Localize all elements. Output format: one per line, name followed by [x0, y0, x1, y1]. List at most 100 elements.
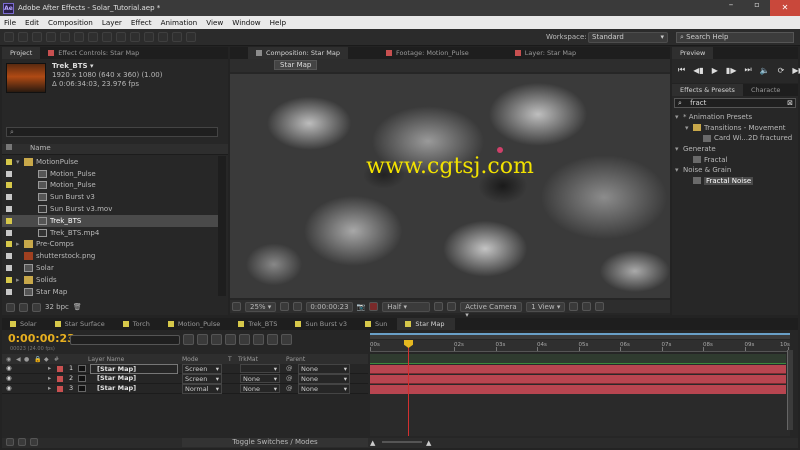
audio-icon[interactable]: 🔈	[760, 66, 770, 75]
draft-3d-icon[interactable]	[197, 334, 208, 345]
label-color-swatch[interactable]	[6, 206, 12, 213]
timeline-tab-3[interactable]: Motion_Pulse	[160, 318, 230, 330]
first-frame-icon[interactable]: ⏮	[678, 65, 685, 75]
project-item[interactable]: shutterstock.png	[2, 250, 218, 262]
frame-blending-icon[interactable]	[225, 334, 236, 345]
timeline-tab-2[interactable]: Torch	[115, 318, 160, 330]
project-item[interactable]: Star Map	[2, 286, 218, 298]
last-frame-icon[interactable]: ⏭	[744, 65, 751, 75]
label-color-swatch[interactable]	[6, 288, 12, 295]
tab-effect-controls[interactable]: Effect Controls: Star Map	[40, 47, 147, 59]
layer-bar-3[interactable]	[370, 385, 786, 394]
expand-arrow-icon[interactable]: ▸	[48, 384, 51, 392]
label-color-swatch[interactable]	[6, 182, 12, 189]
brush-tool-icon[interactable]	[130, 32, 140, 42]
text-tool-icon[interactable]	[116, 32, 126, 42]
effects-tree-item[interactable]: Fractal Noise	[672, 176, 798, 187]
search-layers-input[interactable]	[70, 334, 180, 345]
parent-pickwhip-icon[interactable]: @	[286, 374, 293, 382]
tab-character[interactable]: Characte	[743, 84, 788, 96]
trash-icon[interactable]: 🗑	[73, 303, 82, 311]
hand-tool-icon[interactable]	[18, 32, 28, 42]
timeline-timecode[interactable]: 0:00:00:23	[8, 332, 75, 345]
visibility-eye-icon[interactable]: ◉	[6, 384, 12, 392]
timeline-tab-6[interactable]: Sun	[357, 318, 397, 330]
parent-pickwhip-icon[interactable]: @	[286, 364, 293, 372]
menu-item-edit[interactable]: Edit	[25, 18, 39, 27]
view-layout-dropdown[interactable]: 1 View ▾	[526, 301, 566, 312]
mode-dropdown[interactable]: Screen ▾	[182, 374, 222, 384]
layer-label-color[interactable]	[57, 386, 63, 392]
expand-layer-switches-icon[interactable]	[6, 438, 14, 446]
layer-name[interactable]: [Star Map]	[90, 384, 178, 392]
label-color-swatch[interactable]	[6, 217, 12, 224]
visibility-eye-icon[interactable]: ◉	[6, 364, 12, 372]
time-marker-icon[interactable]	[787, 350, 793, 430]
timeline-tab-4[interactable]: Trek_BTS	[230, 318, 287, 330]
expand-transfer-controls-icon[interactable]	[18, 438, 26, 446]
layer-row[interactable]: ◉ ▸ 2 [Star Map] Screen ▾ None ▾ @ None ▾	[2, 374, 368, 384]
minimize-button[interactable]: –	[718, 0, 744, 16]
close-button[interactable]: ✕	[770, 0, 800, 16]
effects-search-input[interactable]: ⌕ fract ⊠	[674, 98, 796, 108]
tab-project[interactable]: Project	[2, 47, 41, 59]
layer-row[interactable]: ◉ ▸ 1 [Star Map] Screen ▾ ▾ @ None ▾	[2, 364, 368, 374]
bpc-label[interactable]: 32 bpc	[45, 303, 69, 311]
time-ruler[interactable]: 00s 02s 03s 04s 05s 06s 07s 08s 09s 10s	[370, 340, 790, 352]
composition-canvas[interactable]: www.cgtsj.com	[230, 74, 670, 298]
label-color-swatch[interactable]	[6, 158, 12, 165]
tab-effects-presets[interactable]: Effects & Presets	[672, 84, 743, 96]
disclosure-triangle-icon[interactable]: ▾	[675, 145, 683, 153]
menu-item-layer[interactable]: Layer	[102, 18, 122, 27]
project-item[interactable]: Sun Burst v3.mov	[2, 203, 218, 215]
puppet-pin-icon[interactable]	[186, 32, 196, 42]
project-item[interactable]: Motion_Pulse	[2, 180, 218, 192]
timeline-tab-1[interactable]: Star Surface	[47, 318, 115, 330]
ram-preview-icon[interactable]: ▶▶	[792, 66, 800, 75]
menu-item-view[interactable]: View	[206, 18, 223, 27]
hide-shy-layers-icon[interactable]	[211, 334, 222, 345]
eraser-icon[interactable]	[158, 32, 168, 42]
work-area-bar[interactable]	[370, 333, 790, 339]
menu-item-effect[interactable]: Effect	[131, 18, 152, 27]
menu-item-file[interactable]: File	[4, 18, 16, 27]
project-item[interactable]: Trek_BTS.mp4	[2, 227, 218, 239]
parent-dropdown[interactable]: None ▾	[298, 364, 350, 374]
mode-dropdown[interactable]: Normal ▾	[182, 384, 222, 394]
disclosure-triangle-icon[interactable]: ▸	[16, 240, 24, 248]
always-preview-icon[interactable]	[232, 302, 241, 311]
maximize-button[interactable]: ▫	[744, 0, 770, 16]
timeline-icon[interactable]	[595, 302, 605, 311]
selection-tool-icon[interactable]	[4, 32, 14, 42]
clone-stamp-icon[interactable]	[144, 32, 154, 42]
interpret-footage-icon[interactable]	[6, 302, 15, 312]
project-item[interactable]: Sun Burst v3	[2, 191, 218, 203]
pen-tool-icon[interactable]	[102, 32, 112, 42]
graph-editor-icon[interactable]	[281, 334, 292, 345]
project-item[interactable]: ▸ Solids	[2, 274, 218, 286]
timeline-graph-area[interactable]	[370, 354, 790, 436]
disclosure-triangle-icon[interactable]: ▾	[16, 158, 24, 166]
project-item[interactable]: Solar	[2, 262, 218, 274]
label-color-swatch[interactable]	[6, 170, 12, 177]
label-color-swatch[interactable]	[6, 241, 12, 248]
disclosure-triangle-icon[interactable]: ▾	[685, 124, 693, 132]
orbit-camera-icon[interactable]	[60, 32, 70, 42]
visibility-eye-icon[interactable]: ◉	[6, 374, 12, 382]
menu-item-window[interactable]: Window	[232, 18, 260, 27]
comp-mini-flowchart-icon[interactable]	[183, 334, 194, 345]
project-item[interactable]: ▾ MotionPulse	[2, 156, 218, 168]
viewer-timecode[interactable]: 0:00:00:23	[306, 301, 353, 312]
expand-in-out-icon[interactable]	[30, 438, 38, 446]
layer-row[interactable]: ◉ ▸ 3 [Star Map] Normal ▾ None ▾ @ None ▾	[2, 384, 368, 394]
zoom-dropdown[interactable]: 25% ▾	[245, 301, 277, 312]
expand-arrow-icon[interactable]: ▸	[48, 364, 51, 372]
menu-item-composition[interactable]: Composition	[48, 18, 93, 27]
label-color-swatch[interactable]	[6, 265, 12, 272]
project-item[interactable]: ▸ Pre-Comps	[2, 239, 218, 251]
parent-pickwhip-icon[interactable]: @	[286, 384, 293, 392]
layer-label-color[interactable]	[57, 376, 63, 382]
new-folder-icon[interactable]	[19, 302, 28, 312]
current-time-indicator[interactable]	[404, 340, 413, 436]
prev-frame-icon[interactable]: ◀▮	[693, 66, 704, 75]
